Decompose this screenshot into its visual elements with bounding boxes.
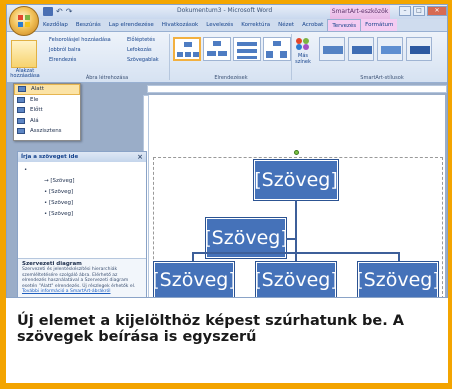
smartart-shape-child[interactable]: [Szöveg] [254, 261, 338, 297]
close-icon[interactable]: × [137, 152, 143, 162]
bullet-text: [Szöveg] [49, 200, 74, 206]
layout-thumbnail[interactable] [263, 37, 291, 61]
add-bullet-button[interactable]: Felsorolásjel hozzáadása [49, 37, 111, 43]
redo-icon[interactable]: ↷ [66, 7, 73, 16]
shape-below-icon [17, 117, 25, 124]
office-button[interactable] [9, 6, 39, 36]
tab-home[interactable]: Kezdőlap [39, 19, 72, 31]
tab-references[interactable]: Hivatkozások [158, 19, 202, 31]
layout-dropdown[interactable]: Elrendezés [49, 57, 76, 63]
smartart-shape-child[interactable]: [Szöveg] [356, 261, 440, 297]
right-to-left-button[interactable]: Jobbról balra [49, 47, 81, 53]
assistant-icon [17, 128, 25, 135]
bullet-text: [Szöveg] [49, 189, 74, 195]
shape-above-icon [17, 107, 25, 114]
tab-design[interactable]: Tervezés [327, 19, 362, 31]
menu-item-before[interactable]: Ele [14, 95, 80, 106]
ribbon-tabs: Kezdőlap Beszúrás Lap elrendezése Hivatk… [39, 19, 398, 31]
connector-line [295, 200, 297, 252]
help-link[interactable]: További információ a SmartArt-ábrákról [22, 289, 142, 294]
change-colors-label: Más színek [295, 53, 311, 65]
description-text: Szervezeti és jelentéskészítési hierarch… [22, 267, 136, 289]
context-tab-title: SmartArt-eszközök [330, 5, 390, 19]
ribbon: Alakzat hozzáadása Felsorolásjel hozzáad… [7, 31, 447, 83]
caption-text: Új elemet a kijelölthöz képest szúrhatun… [17, 313, 405, 345]
close-icon[interactable]: ✕ [427, 6, 447, 16]
style-thumbnail[interactable] [377, 37, 403, 61]
tab-mailings[interactable]: Levelezés [202, 19, 237, 31]
add-shape-label: Alakzat hozzáadása [10, 68, 40, 79]
menu-item-label: Alatt [31, 86, 44, 93]
menu-item-assistant[interactable]: Asszisztens [14, 126, 80, 137]
group-create-graphic-label: Ábra létrehozása [85, 75, 129, 81]
text-pane: Írja a szöveget ide × • → [Szöveg] • [Sz… [17, 151, 147, 297]
menu-item-above[interactable]: Előtt [14, 105, 80, 116]
caption-area: Új elemet a kijelölthöz képest szúrhatun… [0, 298, 452, 389]
style-thumbnail[interactable] [406, 37, 432, 61]
tab-format[interactable]: Formátum [361, 19, 398, 31]
undo-icon[interactable]: ↶ [56, 7, 63, 16]
connector-line [398, 252, 400, 262]
style-thumbnail[interactable] [319, 37, 345, 61]
tab-page-layout[interactable]: Lap elrendezése [105, 19, 158, 31]
add-shape-button[interactable] [11, 40, 37, 68]
tab-view[interactable]: Nézet [274, 19, 298, 31]
text-pane-title: Írja a szöveget ide [21, 154, 79, 160]
word-window: ↶ ↷ Dokumentum3 - Microsoft Word SmartAr… [6, 4, 448, 298]
list-item[interactable]: • [Szöveg] [24, 209, 140, 220]
text-pane-button[interactable]: Szövegablak [127, 57, 159, 63]
save-icon[interactable] [43, 7, 53, 16]
list-item[interactable]: → [Szöveg] [24, 176, 140, 187]
text-pane-root-bullet[interactable]: • [24, 165, 140, 176]
layout-thumbnail[interactable] [233, 37, 261, 61]
menu-item-below[interactable]: Alá [14, 116, 80, 127]
add-shape-menu: Alatt Ele Előtt Alá Asszisztens [13, 83, 81, 141]
bullet-text: [Szöveg] [50, 178, 75, 184]
horizontal-ruler[interactable] [147, 85, 447, 93]
list-item[interactable]: • [Szöveg] [24, 198, 140, 209]
group-layouts-label: Elrendezések [214, 75, 248, 81]
shape-after-icon [18, 86, 26, 93]
text-pane-description: Szervezeti diagram Szervezeti és jelenté… [18, 258, 146, 297]
menu-item-label: Alá [30, 117, 39, 124]
connector-line [192, 252, 194, 262]
caption-box: Új elemet a kijelölthöz képest szúrhatun… [6, 298, 448, 383]
shape-before-icon [17, 96, 25, 103]
minimize-icon[interactable]: – [399, 6, 411, 16]
change-colors-button[interactable]: Más színek [293, 37, 313, 71]
smartart-shape-child[interactable]: [Szöveg] [152, 261, 236, 297]
group-styles-label: SmartArt-stílusok [360, 75, 404, 81]
maximize-icon[interactable]: □ [413, 6, 425, 16]
connector-line [286, 238, 296, 240]
quick-access-toolbar: ↶ ↷ [43, 7, 72, 16]
text-pane-body[interactable]: • → [Szöveg] • [Szöveg] • [Szöveg] • [Sz… [18, 162, 146, 223]
menu-item-label: Asszisztens [30, 128, 62, 135]
list-item[interactable]: • [Szöveg] [24, 187, 140, 198]
window-controls: – □ ✕ [399, 6, 447, 16]
title-bar: ↶ ↷ Dokumentum3 - Microsoft Word SmartAr… [7, 5, 447, 19]
layout-thumbnail[interactable] [203, 37, 231, 61]
promote-button[interactable]: Előléptetés [127, 37, 155, 43]
rotation-handle[interactable] [294, 150, 299, 155]
demote-button[interactable]: Lefokozás [127, 47, 152, 53]
text-pane-header: Írja a szöveget ide × [18, 152, 146, 162]
ribbon-separator [291, 34, 292, 80]
tab-review[interactable]: Korrektúra [237, 19, 274, 31]
bullet-text: [Szöveg] [49, 211, 74, 217]
tab-insert[interactable]: Beszúrás [72, 19, 105, 31]
connector-line [295, 252, 297, 262]
ribbon-separator [169, 34, 170, 80]
office-logo-icon [18, 15, 30, 27]
tab-acrobat[interactable]: Acrobat [298, 19, 327, 31]
colors-icon [296, 38, 309, 50]
window-title: Dokumentum3 - Microsoft Word [177, 7, 273, 14]
smartart-shape-top[interactable]: [Szöveg] [253, 159, 339, 201]
layout-thumbnail[interactable] [173, 37, 201, 61]
style-thumbnail[interactable] [348, 37, 374, 61]
menu-item-label: Előtt [30, 107, 43, 114]
smartart-canvas[interactable]: [Szöveg] [Szöveg] [Szöveg] [Szöveg] [Szö… [152, 150, 443, 297]
menu-item-label: Ele [30, 96, 39, 103]
menu-item-after[interactable]: Alatt [14, 84, 80, 95]
